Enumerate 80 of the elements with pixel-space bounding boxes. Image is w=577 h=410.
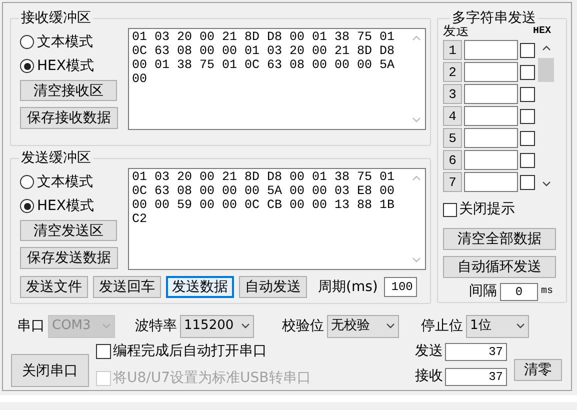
action-button[interactable]: 发送文件	[20, 276, 88, 298]
setting-label: 停止位	[421, 316, 463, 336]
hex-line: 00 01 38 75 01 0C 63 08 00 00 00 5A	[132, 58, 395, 72]
hex-line: 0C 63 08 00 00 00 5A 00 00 03 E8 00	[132, 184, 395, 198]
radio-label: 文本模式	[37, 172, 93, 192]
row-send-button[interactable]: 5	[443, 128, 462, 148]
radio-label: HEX模式	[37, 56, 94, 76]
action-button[interactable]: 发送回车	[93, 276, 161, 298]
checkbox[interactable]	[96, 344, 111, 358]
save-button[interactable]: 保存发送数据	[20, 247, 118, 269]
string-field[interactable]	[464, 172, 518, 192]
row-send-button[interactable]: 4	[443, 106, 462, 126]
checkbox-label: 关闭提示	[459, 200, 515, 219]
hex-line: 01 03 20 00 21 8D D8 00 01 38 75 01	[132, 170, 395, 184]
radio-label: HEX模式	[37, 196, 94, 216]
radio-button[interactable]	[20, 59, 34, 73]
string-field[interactable]	[464, 150, 518, 170]
counter-field: 37	[445, 342, 507, 360]
group-title: 接收缓冲区	[19, 9, 93, 27]
row-send-button[interactable]: 3	[443, 84, 462, 104]
checkbox-label: 编程完成后自动打开串口	[113, 342, 267, 360]
hex-checkbox[interactable]	[520, 86, 535, 102]
row-send-button[interactable]: 1	[443, 40, 462, 60]
clear-all-button[interactable]: 清空全部数据	[443, 228, 556, 250]
clear-counter-button[interactable]: 清零	[514, 359, 562, 381]
hex-line: C2	[132, 212, 148, 226]
scrollbar-thumb[interactable]	[538, 58, 554, 82]
radio-label: 文本模式	[37, 32, 93, 52]
period-label: 周期(ms)	[318, 278, 378, 296]
hex-checkbox[interactable]	[520, 152, 535, 168]
hex-checkbox[interactable]	[520, 42, 535, 58]
hex-checkbox[interactable]	[520, 64, 535, 80]
radio-button[interactable]	[20, 175, 34, 189]
setting-label: 校验位	[282, 316, 324, 336]
auto-loop-button[interactable]: 自动循环发送	[443, 256, 556, 278]
scroll-down-icon[interactable]	[542, 181, 550, 187]
dropdown[interactable]: 1位	[466, 314, 529, 338]
scroll-down-icon[interactable]	[516, 323, 525, 329]
counter-field: 37	[445, 368, 507, 386]
group-title: 多字符串发送	[450, 9, 538, 27]
hex-checkbox[interactable]	[520, 130, 535, 146]
hex-line: 0C 63 08 00 00 01 03 20 00 21 8D D8	[132, 44, 395, 58]
setting-label: 波特率	[135, 316, 177, 336]
checkbox[interactable]	[443, 202, 457, 216]
interval-label: 间隔	[469, 282, 497, 301]
checkbox-label: 将U8/U7设置为标准USB转串口	[113, 368, 311, 388]
hex-header: HEX	[532, 25, 551, 39]
hex-checkbox[interactable]	[520, 174, 535, 190]
dropdown[interactable]: 无校验	[327, 314, 399, 338]
action-button[interactable]: 发送数据	[166, 276, 234, 298]
string-field[interactable]	[464, 62, 518, 82]
scroll-down-icon[interactable]	[241, 323, 250, 329]
string-field[interactable]	[464, 40, 518, 60]
close-port-button[interactable]: 关闭串口	[11, 354, 89, 387]
hex-checkbox[interactable]	[520, 108, 535, 124]
setting-label: 串口	[17, 316, 45, 336]
group-title: 发送缓冲区	[19, 149, 93, 167]
scroll-down-icon[interactable]	[386, 323, 395, 329]
radio-button[interactable]	[20, 199, 34, 213]
dropdown[interactable]: 115200	[180, 314, 254, 338]
interval-unit: ms	[541, 285, 554, 299]
clear-button[interactable]: 清空发送区	[20, 220, 117, 241]
counter-label: 发送	[415, 342, 443, 361]
string-field[interactable]	[464, 128, 518, 148]
string-field[interactable]	[464, 106, 518, 126]
row-send-button[interactable]: 2	[443, 62, 462, 82]
action-button[interactable]: 自动发送	[239, 276, 307, 298]
save-button[interactable]: 保存接收数据	[20, 107, 118, 129]
string-field[interactable]	[464, 84, 518, 104]
radio-button[interactable]	[20, 35, 34, 49]
hex-line: 00 00 59 00 00 0C CB 00 00 13 88 1B	[132, 198, 395, 212]
clear-button[interactable]: 清空接收区	[20, 80, 117, 101]
row-send-button[interactable]: 7	[443, 172, 462, 192]
hex-line: 00	[132, 72, 148, 86]
period-field[interactable]: 100	[384, 277, 417, 297]
interval-field[interactable]: 0	[500, 282, 538, 300]
scroll-up-icon[interactable]	[542, 45, 550, 51]
hex-line: 01 03 20 00 21 8D D8 00 01 38 75 01	[132, 30, 395, 44]
counter-label: 接收	[415, 367, 443, 386]
row-send-button[interactable]: 6	[443, 150, 462, 170]
